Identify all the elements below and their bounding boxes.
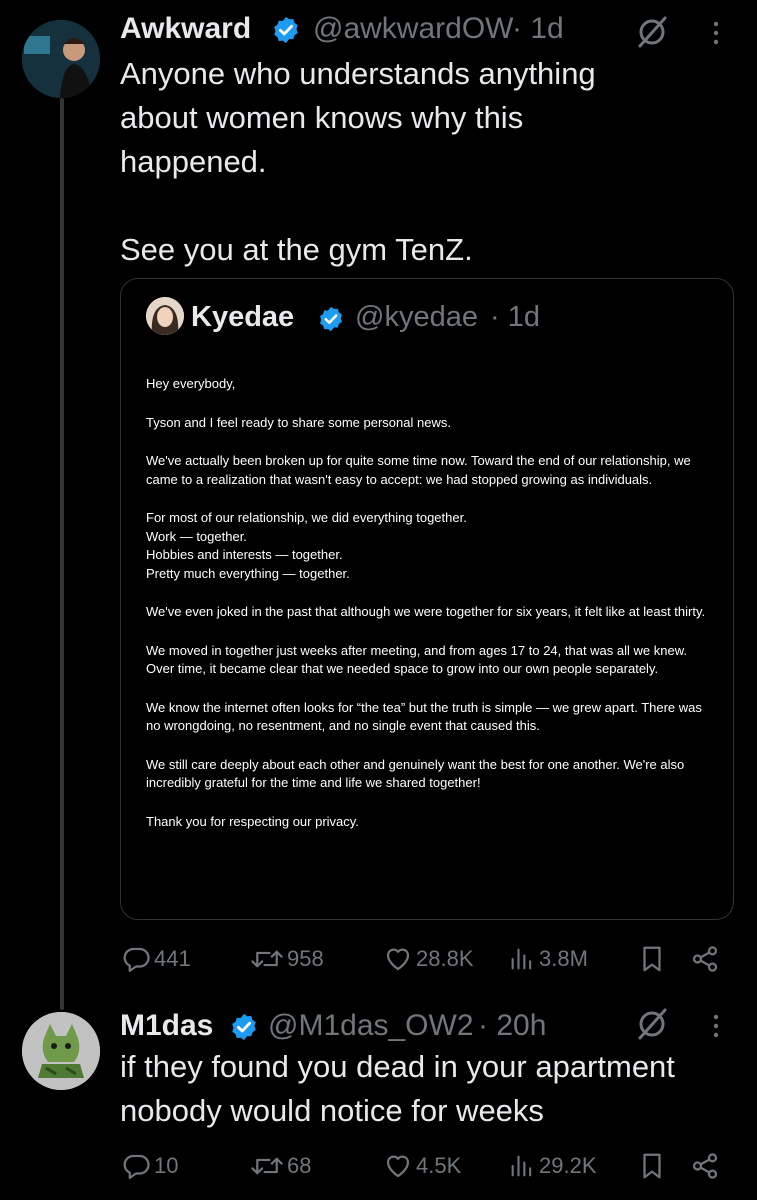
repost-icon bbox=[251, 950, 283, 968]
avatar-awkward[interactable] bbox=[22, 20, 100, 98]
reply-icon bbox=[123, 947, 150, 972]
quote-display-name[interactable]: Kyedae bbox=[191, 301, 294, 334]
letter-paragraph: For most of our relationship, we did eve… bbox=[146, 510, 467, 581]
letter-paragraph: We've even joked in the past that althou… bbox=[146, 604, 706, 619]
verified-badge-icon bbox=[274, 16, 298, 44]
tweet-text-line: if they found you dead in your apartment bbox=[120, 1049, 675, 1084]
like-count: 28.8K bbox=[416, 946, 474, 971]
repost-count: 958 bbox=[287, 946, 324, 971]
display-name[interactable]: Awkward bbox=[120, 12, 251, 46]
like-icon bbox=[386, 1155, 410, 1178]
tweet-text-line: about women knows why this bbox=[120, 100, 524, 135]
like-button[interactable]: 4.5K bbox=[383, 1151, 461, 1181]
reply-button[interactable]: 441 bbox=[121, 944, 191, 974]
verified-badge-icon bbox=[320, 306, 342, 332]
repost-icon bbox=[251, 1157, 283, 1175]
timestamp[interactable]: · 1d bbox=[512, 12, 564, 46]
letter-paragraph: Tyson and I feel ready to share some per… bbox=[146, 414, 451, 430]
bookmark-icon[interactable] bbox=[637, 1151, 667, 1181]
views-count: 3.8M bbox=[539, 946, 588, 971]
timestamp[interactable]: · 20h bbox=[478, 1009, 546, 1043]
handle[interactable]: @M1das_OW2 bbox=[268, 1009, 474, 1043]
tweet-text-line: See you at the gym TenZ. bbox=[120, 232, 473, 267]
display-name[interactable]: M1das bbox=[120, 1009, 213, 1043]
like-icon bbox=[386, 948, 410, 971]
letter-paragraph: We've actually been broken up for quite … bbox=[146, 453, 691, 487]
repost-button[interactable]: 958 bbox=[250, 944, 324, 974]
share-icon[interactable] bbox=[690, 1151, 720, 1181]
views-icon bbox=[511, 1155, 532, 1177]
verified-badge-icon bbox=[232, 1013, 256, 1041]
more-icon[interactable] bbox=[706, 18, 726, 48]
tweet-text-line: Anyone who understands anything bbox=[120, 56, 596, 91]
tweet-text-line: nobody would notice for weeks bbox=[120, 1093, 544, 1128]
reply-count: 441 bbox=[154, 946, 191, 971]
avatar-kyedae[interactable] bbox=[146, 297, 184, 335]
letter-paragraph: We know the internet often looks for “th… bbox=[146, 699, 702, 734]
tweet-text: Anyone who understands anything about wo… bbox=[120, 52, 720, 272]
letter-paragraph: Thank you for respecting our privacy. bbox=[146, 813, 359, 829]
like-count: 4.5K bbox=[416, 1153, 462, 1178]
thread-line bbox=[60, 98, 64, 1010]
handle[interactable]: @awkwardOW bbox=[313, 12, 513, 46]
grok-icon[interactable] bbox=[634, 1006, 670, 1042]
tweet-text-line: happened. bbox=[120, 144, 267, 179]
letter-paragraph: We moved in together just weeks after me… bbox=[146, 642, 687, 677]
views-icon bbox=[511, 948, 532, 970]
share-icon[interactable] bbox=[690, 944, 720, 974]
tweet-text: if they found you dead in your apartment… bbox=[120, 1045, 750, 1133]
reply-count: 10 bbox=[154, 1153, 179, 1178]
like-button[interactable]: 28.8K bbox=[383, 944, 474, 974]
reply-icon bbox=[123, 1154, 150, 1179]
more-icon[interactable] bbox=[706, 1011, 726, 1041]
grok-icon[interactable] bbox=[634, 14, 670, 50]
repost-button[interactable]: 68 bbox=[250, 1151, 311, 1181]
quote-timestamp[interactable]: · 1d bbox=[490, 301, 540, 334]
bookmark-icon[interactable] bbox=[637, 944, 667, 974]
reply-button[interactable]: 10 bbox=[121, 1151, 178, 1181]
views-button[interactable]: 29.2K bbox=[508, 1151, 597, 1181]
letter-paragraph: Hey everybody, bbox=[146, 376, 236, 391]
quote-letter-image: Hey everybody, Tyson and I feel ready to… bbox=[146, 375, 706, 851]
avatar-m1das[interactable] bbox=[22, 1012, 100, 1090]
views-button[interactable]: 3.8M bbox=[508, 944, 588, 974]
letter-paragraph: We still care deeply about each other an… bbox=[146, 756, 685, 791]
quote-handle[interactable]: @kyedae bbox=[355, 301, 478, 334]
repost-count: 68 bbox=[287, 1153, 312, 1178]
views-count: 29.2K bbox=[539, 1153, 597, 1178]
